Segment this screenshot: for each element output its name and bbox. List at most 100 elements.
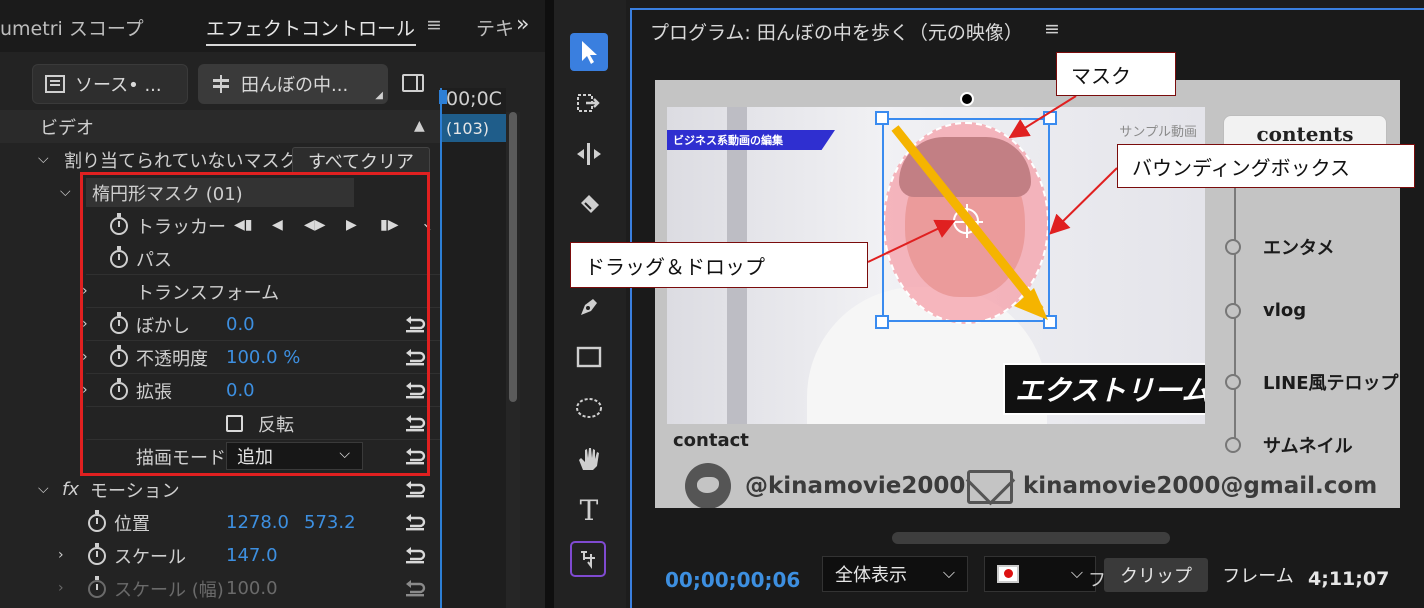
chevron-right-icon[interactable]: ›	[82, 316, 88, 332]
effect-timeline[interactable]: 00;0C (103)	[439, 88, 506, 608]
stopwatch-icon[interactable]	[110, 345, 128, 367]
bbox-handle-bottom-left[interactable]	[875, 315, 889, 329]
track-both-icon[interactable]: ◀▶	[304, 217, 326, 233]
source-button[interactable]: ソース• ...	[32, 64, 188, 104]
stopwatch-icon[interactable]	[110, 378, 128, 400]
clear-all-button[interactable]: すべてクリア	[292, 147, 430, 174]
stopwatch-icon[interactable]	[88, 510, 106, 532]
program-monitor-title[interactable]: プログラム: 田んぼの中を歩く（元の映像）	[650, 18, 1023, 45]
tab-menu-icon[interactable]: ≡	[426, 14, 442, 36]
reset-icon[interactable]	[404, 380, 426, 400]
opacity-label: 不透明度	[136, 348, 208, 370]
hand-icon[interactable]	[570, 440, 608, 478]
ellipse-icon[interactable]	[570, 389, 608, 427]
motion-label: モーション	[90, 480, 180, 502]
pen-icon[interactable]	[570, 288, 608, 326]
chevron-down-icon[interactable]: ⌵	[60, 184, 71, 200]
feather-value[interactable]: 0.0	[226, 314, 255, 335]
menu-item: サムネイル	[1225, 432, 1353, 458]
clip-mode-button[interactable]: クリップ	[1104, 558, 1208, 592]
bbox-handle-top-left[interactable]	[875, 111, 889, 125]
stopwatch-icon[interactable]	[110, 213, 128, 235]
collapse-up-icon[interactable]: ▲	[414, 118, 425, 134]
stopwatch-icon[interactable]	[110, 312, 128, 334]
track-back-one-icon[interactable]: ◀▮	[234, 217, 252, 233]
chevron-down-icon[interactable]: ⌵	[38, 151, 49, 167]
mask-expansion-row: › 拡張 0.0	[0, 374, 440, 407]
tab-text[interactable]: テキ	[476, 14, 514, 41]
frame-mode-button[interactable]: フレーム	[1208, 558, 1308, 592]
invert-checkbox[interactable]	[226, 415, 243, 432]
type-icon[interactable]: T	[570, 491, 608, 529]
clip-button[interactable]: 田んぼの中... ◢	[198, 64, 388, 104]
tab-lumetri-scopes[interactable]: umetri スコープ	[0, 14, 144, 41]
panel-divider[interactable]	[545, 0, 554, 608]
blend-mode-select[interactable]: 追加 ⌵	[226, 442, 363, 470]
reset-icon[interactable]	[404, 347, 426, 367]
menu-item: エンタメ	[1225, 234, 1334, 260]
fx-icon[interactable]: fx	[62, 479, 79, 500]
bbox-handle-bottom-right[interactable]	[1043, 315, 1057, 329]
vertical-scrollbar[interactable]	[506, 112, 520, 608]
chevron-right-icon[interactable]: ›	[82, 349, 88, 365]
wrench-icon[interactable]: ヽ	[420, 217, 434, 237]
playback-resolution-select[interactable]: ⌵	[984, 556, 1096, 592]
chevron-right-icon[interactable]: ›	[82, 283, 88, 299]
playhead[interactable]	[439, 88, 447, 608]
email-address: kinamovie2000@gmail.com	[1023, 473, 1378, 499]
panel-menu-icon[interactable]: ≡	[1044, 18, 1060, 40]
reset-icon[interactable]	[404, 314, 426, 334]
chevron-right-icon[interactable]: ›	[58, 547, 64, 563]
position-x-value[interactable]: 1278.0	[226, 512, 289, 533]
reset-icon[interactable]	[404, 479, 426, 499]
video-section-header: ビデオ ▲	[0, 110, 440, 143]
stopwatch-icon[interactable]	[110, 246, 128, 268]
sample-label: サンプル動画	[1119, 125, 1197, 140]
chevron-right-icon[interactable]: ›	[58, 580, 64, 596]
track-forward-icon[interactable]: ▶	[346, 217, 357, 233]
source-button-label: ソース• ...	[75, 75, 162, 96]
active-tab-underline	[206, 44, 416, 46]
reset-icon[interactable]	[404, 413, 426, 433]
ellipse-mask-row[interactable]: ⌵ 楕円形マスク (01)	[0, 176, 440, 209]
extreme-caption: エクストリーム	[1003, 363, 1205, 415]
chevron-down-icon[interactable]: ⌵	[38, 481, 49, 497]
position-y-value[interactable]: 573.2	[304, 512, 356, 533]
bbox-handle-top-right[interactable]	[1043, 111, 1057, 125]
rotation-handle[interactable]	[960, 92, 974, 106]
opacity-value[interactable]: 100.0 %	[226, 347, 300, 368]
reset-icon[interactable]	[404, 446, 426, 466]
reset-icon[interactable]	[404, 578, 426, 598]
chevron-down-icon: ⌵	[339, 446, 350, 462]
horizontal-scrollbar[interactable]	[892, 532, 1170, 544]
timeline-clip[interactable]: (103)	[440, 114, 506, 142]
playhead-timecode[interactable]: 00;00;00;06	[665, 568, 800, 592]
scale-value[interactable]: 147.0	[226, 545, 278, 566]
duration-timecode[interactable]: 4;11;07	[1308, 568, 1389, 590]
rectangle-icon[interactable]	[570, 339, 608, 377]
expansion-label: 拡張	[136, 381, 172, 403]
reset-icon[interactable]	[404, 512, 426, 532]
chevron-right-icon[interactable]: ›	[82, 382, 88, 398]
expansion-value[interactable]: 0.0	[226, 380, 255, 401]
track-forward-one-icon[interactable]: ▮▶	[380, 217, 398, 233]
reset-icon[interactable]	[404, 545, 426, 565]
toggle-timeline-view-icon[interactable]	[402, 74, 424, 92]
track-select-forward-icon[interactable]	[570, 84, 608, 122]
razor-icon[interactable]	[570, 186, 608, 224]
track-backward-icon[interactable]: ◀	[272, 217, 283, 233]
motion-effect-row: ⌵ fx モーション	[0, 473, 440, 506]
mask-anchor-icon[interactable]	[949, 204, 983, 238]
essential-graphics-icon[interactable]	[570, 541, 606, 577]
zoom-level-select[interactable]: 全体表示 ⌵	[822, 556, 968, 592]
invert-label: 反転	[258, 414, 294, 436]
scrollbar-thumb[interactable]	[509, 112, 517, 402]
tab-effect-controls[interactable]: エフェクトコントロール	[206, 14, 415, 41]
stopwatch-icon[interactable]	[88, 543, 106, 565]
mail-icon	[967, 470, 1013, 504]
selection-tool-icon[interactable]	[570, 33, 608, 71]
ripple-edit-icon[interactable]	[570, 135, 608, 173]
tab-overflow-icon[interactable]: »	[516, 12, 529, 37]
zoom-level-value: 全体表示	[835, 565, 907, 586]
playhead-handle[interactable]	[439, 90, 447, 104]
